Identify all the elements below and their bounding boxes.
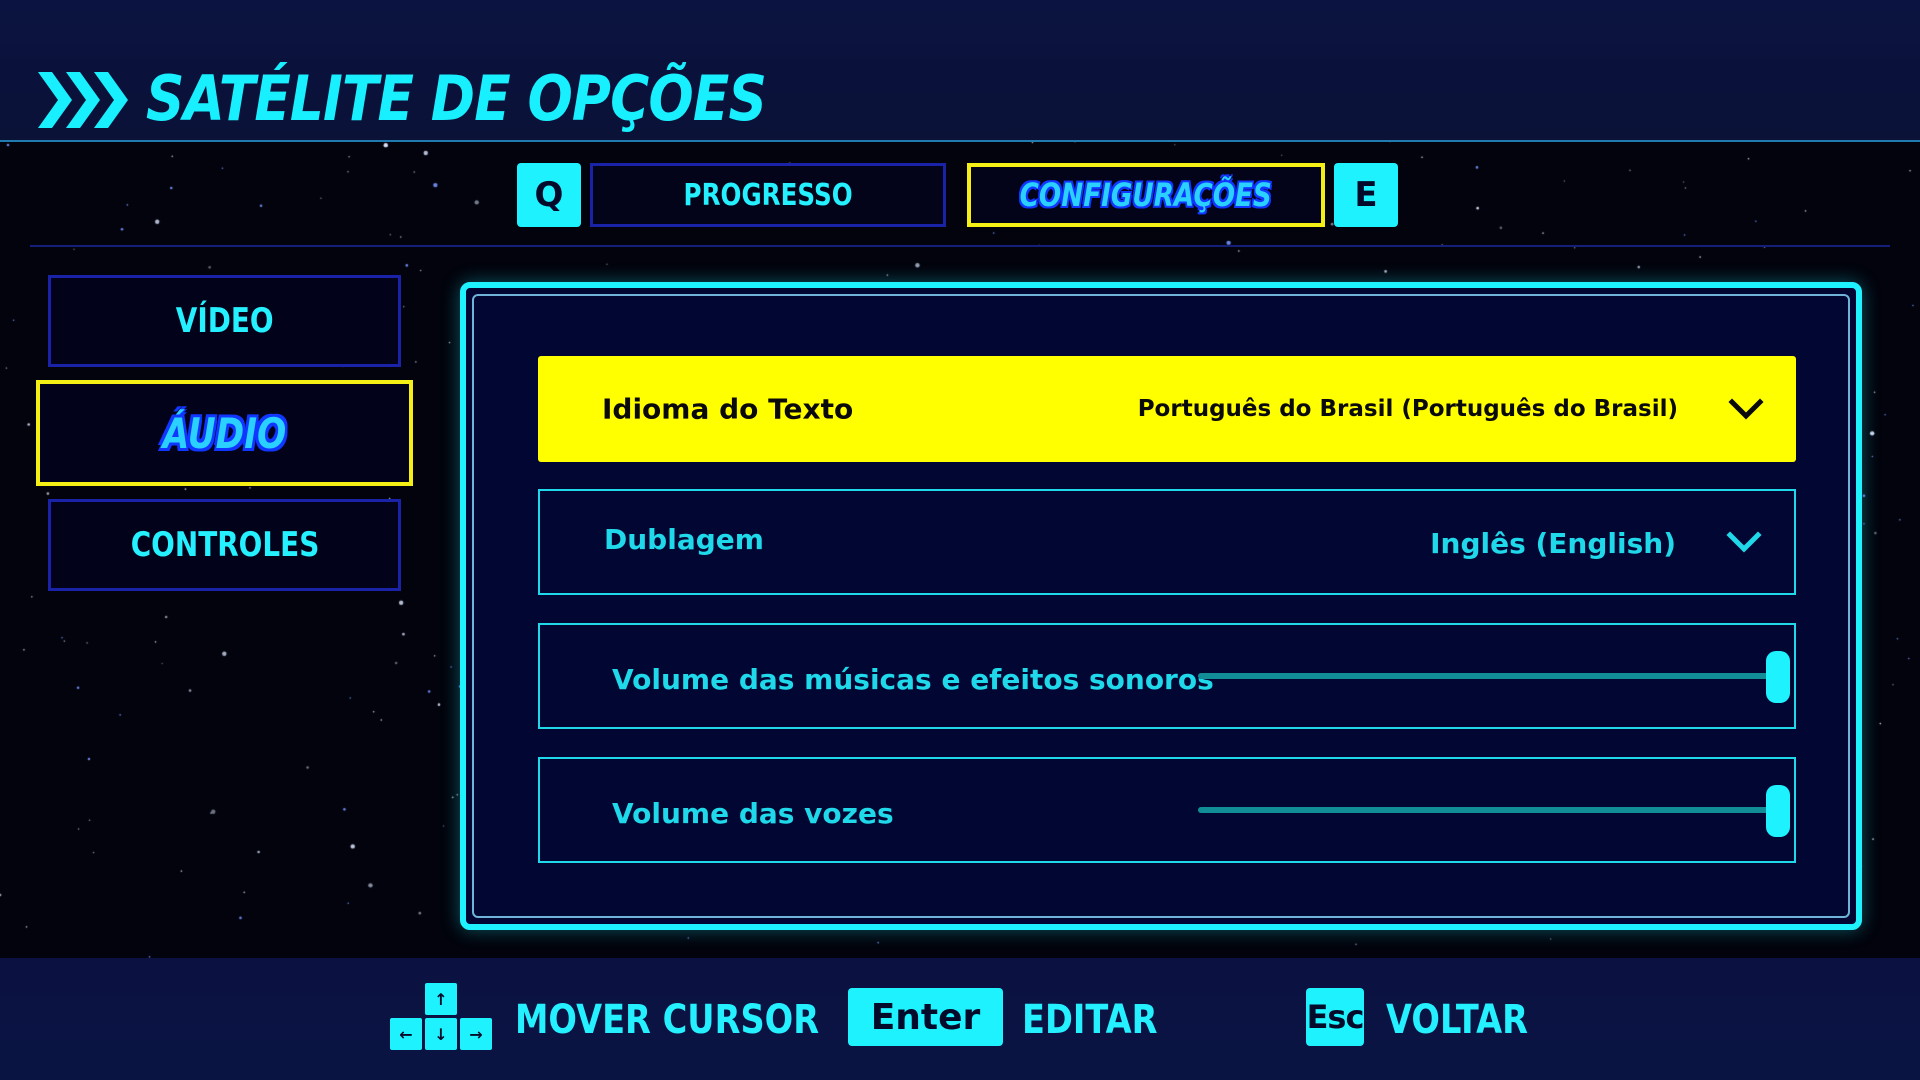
edit-label: EDITAR — [1022, 997, 1158, 1043]
tab-divider — [30, 245, 1890, 247]
chevron-down-icon[interactable] — [1726, 530, 1762, 554]
setting-row-voice-volume[interactable]: Volume das vozes — [538, 757, 1796, 863]
footer-hints: ↑ ← ↓ → MOVER CURSOR Enter EDITAR Esc VO… — [0, 958, 1920, 1080]
sidebar-item-label: ÁUDIO — [162, 408, 287, 458]
arrow-down-key: ↓ — [425, 1018, 457, 1050]
page-title: SATÉLITE DE OPÇÕES — [146, 62, 767, 135]
arrow-right-key: → — [460, 1018, 492, 1050]
slider-thumb[interactable] — [1766, 785, 1790, 837]
settings-panel: Idioma do Texto Português do Brasil (Por… — [460, 282, 1862, 930]
setting-row-text-language[interactable]: Idioma do Texto Português do Brasil (Por… — [538, 356, 1796, 462]
slider-fill — [1198, 673, 1778, 679]
music-volume-slider[interactable] — [1198, 651, 1790, 703]
sidebar-item-label: VÍDEO — [175, 301, 274, 341]
setting-row-music-volume[interactable]: Volume das músicas e efeitos sonoros — [538, 623, 1796, 729]
setting-row-dubbing[interactable]: Dublagem Inglês (English) — [538, 489, 1796, 595]
setting-label: Volume das vozes — [612, 796, 894, 830]
setting-value: Inglês (English) — [1430, 527, 1676, 561]
sidebar-item-controles[interactable]: CONTROLES — [48, 499, 401, 591]
esc-key[interactable]: Esc — [1306, 988, 1364, 1046]
sidebar-item-video[interactable]: VÍDEO — [48, 275, 401, 367]
setting-label: Volume das músicas e efeitos sonoros — [612, 662, 1214, 696]
move-cursor-label: MOVER CURSOR — [515, 997, 820, 1043]
slider-thumb[interactable] — [1766, 651, 1790, 703]
next-tab-key-e[interactable]: E — [1334, 163, 1398, 227]
setting-label: Idioma do Texto — [602, 392, 854, 426]
tab-label: CONFIGURAÇÕES — [1019, 176, 1273, 214]
arrow-up-key: ↑ — [425, 983, 457, 1015]
slider-fill — [1198, 807, 1778, 813]
chevron-down-icon[interactable] — [1728, 397, 1764, 421]
tab-label: PROGRESSO — [683, 177, 853, 213]
sidebar-item-label: CONTROLES — [130, 525, 319, 565]
enter-key[interactable]: Enter — [848, 988, 1003, 1046]
setting-value: Português do Brasil (Português do Brasil… — [1137, 396, 1678, 422]
prev-tab-key-q[interactable]: Q — [517, 163, 581, 227]
sidebar-item-audio[interactable]: ÁUDIO — [36, 380, 413, 486]
tab-progresso[interactable]: PROGRESSO — [590, 163, 946, 227]
header: SATÉLITE DE OPÇÕES — [0, 0, 1920, 142]
triple-chevron-right-icon — [38, 72, 128, 128]
voice-volume-slider[interactable] — [1198, 785, 1790, 837]
back-label: VOLTAR — [1386, 997, 1529, 1043]
tab-configuracoes[interactable]: CONFIGURAÇÕES — [967, 163, 1325, 227]
setting-label: Dublagem — [604, 522, 764, 556]
arrow-left-key: ← — [390, 1018, 422, 1050]
